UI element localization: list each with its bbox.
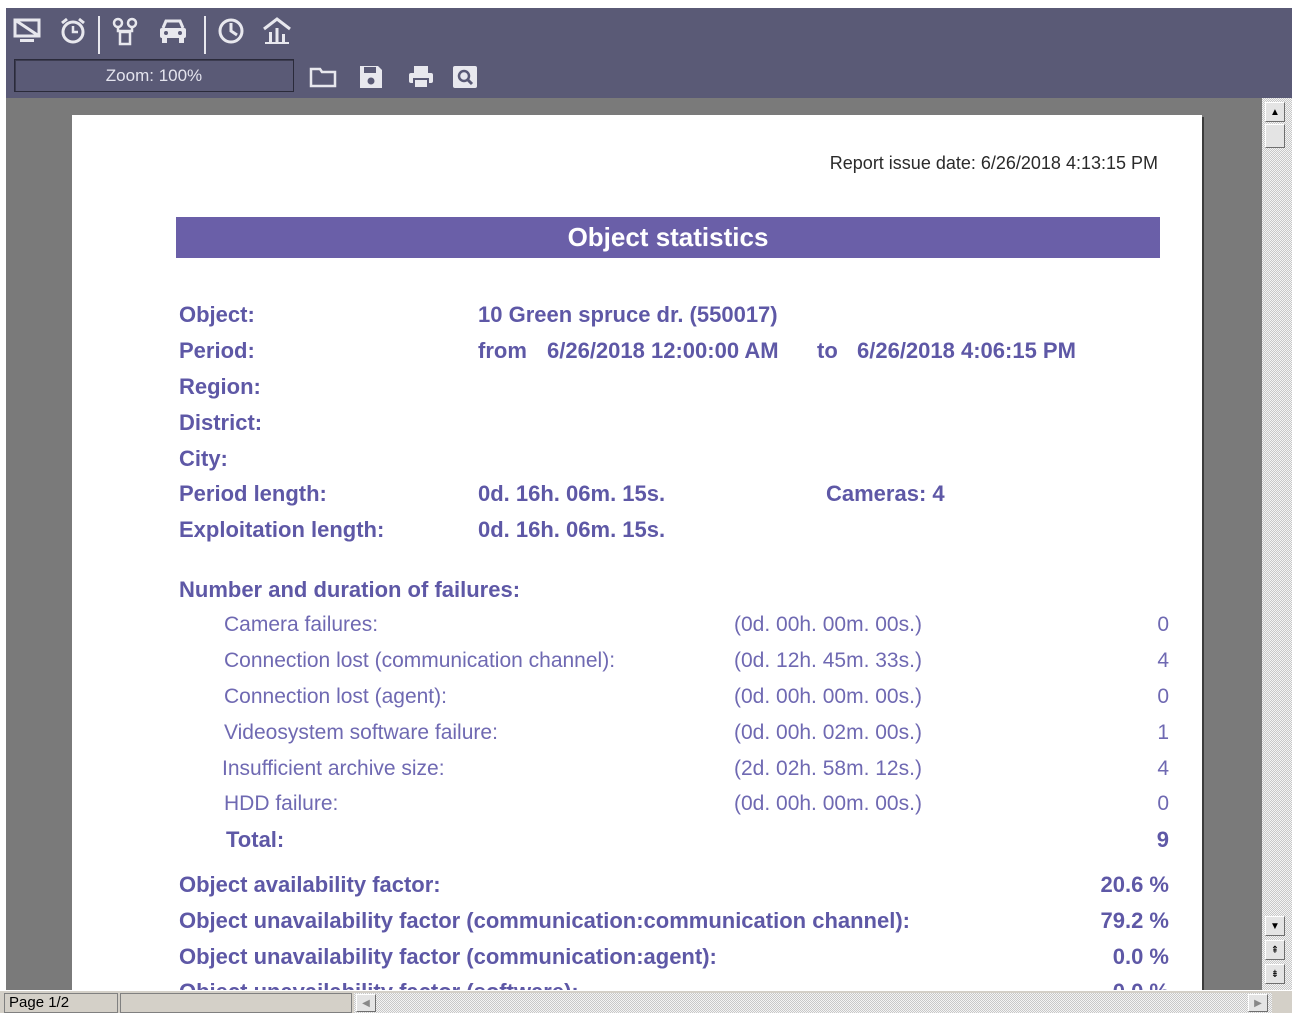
report-issue-date: Report issue date: 6/26/2018 4:13:15 PM [829, 153, 1158, 173]
scroll-right-button[interactable]: ▶ [1248, 994, 1268, 1012]
factor-label-partial: Object unavailability factor (software): [179, 979, 579, 990]
preview-icon[interactable] [450, 63, 480, 91]
scroll-up-button[interactable]: ▲ [1265, 102, 1285, 122]
failure-label: Connection lost (communication channel): [224, 649, 616, 672]
city-label: City: [179, 446, 228, 471]
failure-duration: (0d. 00h. 00m. 00s.) [734, 685, 922, 708]
save-icon[interactable] [356, 63, 386, 91]
print-icon[interactable] [406, 63, 436, 91]
home-chart-icon[interactable] [260, 14, 294, 48]
toolbar-separator [204, 16, 206, 54]
factor-label: Object unavailability factor (communicat… [179, 944, 717, 969]
exploitation-length-value: 0d. 16h. 06m. 15s. [478, 517, 666, 542]
failure-count: 0 [1157, 613, 1169, 636]
failure-duration: (0d. 00h. 00m. 00s.) [734, 613, 922, 636]
failures-header: Number and duration of failures: [179, 577, 521, 602]
failure-label: Insufficient archive size: [222, 757, 445, 780]
factor-value-partial: 0.0 % [1009, 979, 1169, 990]
horizontal-scrollbar[interactable]: ◀ ▶ [354, 993, 1272, 1013]
failure-label: Connection lost (agent): [224, 685, 447, 708]
cameras-count: Cameras: 4 [826, 481, 945, 506]
object-label: Object: [179, 302, 255, 327]
scroll-thumb[interactable] [1265, 124, 1285, 148]
car-icon[interactable] [156, 14, 190, 48]
network-icon[interactable] [108, 14, 142, 48]
factor-value: 20.6 % [1100, 872, 1170, 897]
factor-label: Object unavailability factor (communicat… [179, 908, 910, 933]
report-page: Report issue date: 6/26/2018 4:13:15 PM … [72, 115, 1202, 990]
report-viewer: Report issue date: 6/26/2018 4:13:15 PM … [6, 98, 1262, 990]
period-label: Period: [179, 338, 255, 363]
scroll-down-button[interactable]: ▼ [1265, 916, 1285, 936]
scroll-left-button[interactable]: ◀ [356, 994, 376, 1012]
vertical-scrollbar[interactable]: ▲ ▼ ⇞ ⇟ [1262, 98, 1292, 990]
status-cell [120, 993, 352, 1013]
period-length-value: 0d. 16h. 06m. 15s. [478, 481, 666, 506]
period-length-label: Period length: [179, 481, 327, 506]
failure-count: 0 [1157, 792, 1169, 815]
folder-icon[interactable] [308, 63, 338, 91]
failure-duration: (0d. 12h. 45m. 33s.) [734, 649, 922, 672]
failure-count: 4 [1157, 757, 1169, 780]
previous-page-button[interactable]: ⇞ [1265, 940, 1285, 960]
failure-duration: (2d. 02h. 58m. 12s.) [734, 757, 922, 780]
status-bar: Page 1/2 ◀ ▶ [0, 990, 1292, 1013]
period-start: 6/26/2018 12:00:00 AM [547, 338, 779, 363]
period-end: 6/26/2018 4:06:15 PM [857, 338, 1076, 363]
factor-value: 0.0 % [1112, 944, 1169, 969]
toolbar: Zoom: 100% [6, 8, 1292, 98]
zoom-field[interactable]: Zoom: 100% [14, 59, 294, 92]
failure-count: 1 [1157, 721, 1169, 744]
failure-label: HDD failure: [224, 792, 339, 815]
failure-label: Camera failures: [224, 613, 379, 636]
next-page-button[interactable]: ⇟ [1265, 964, 1285, 984]
failure-label: Videosystem software failure: [224, 721, 498, 744]
period-to: to [817, 338, 838, 363]
total-value: 9 [1156, 827, 1169, 852]
exploitation-length-label: Exploitation length: [179, 517, 385, 542]
factor-value: 79.2 % [1100, 908, 1170, 933]
failure-count: 0 [1157, 685, 1169, 708]
failure-duration: (0d. 00h. 00m. 00s.) [734, 792, 922, 815]
factor-label: Object availability factor: [179, 872, 441, 897]
monitor-off-icon[interactable] [10, 14, 44, 48]
object-value: 10 Green spruce dr. (550017) [478, 302, 778, 327]
period-from: from [478, 338, 527, 363]
page-indicator: Page 1/2 [4, 993, 118, 1013]
failure-count: 4 [1157, 649, 1169, 672]
region-label: Region: [179, 374, 261, 399]
total-label: Total: [226, 827, 285, 852]
failure-duration: (0d. 00h. 02m. 00s.) [734, 721, 922, 744]
alarm-clock-icon[interactable] [56, 14, 90, 48]
district-label: District: [179, 410, 263, 435]
gauge-icon[interactable] [214, 14, 248, 48]
toolbar-separator [98, 16, 100, 54]
report-title: Object statistics [176, 217, 1160, 258]
